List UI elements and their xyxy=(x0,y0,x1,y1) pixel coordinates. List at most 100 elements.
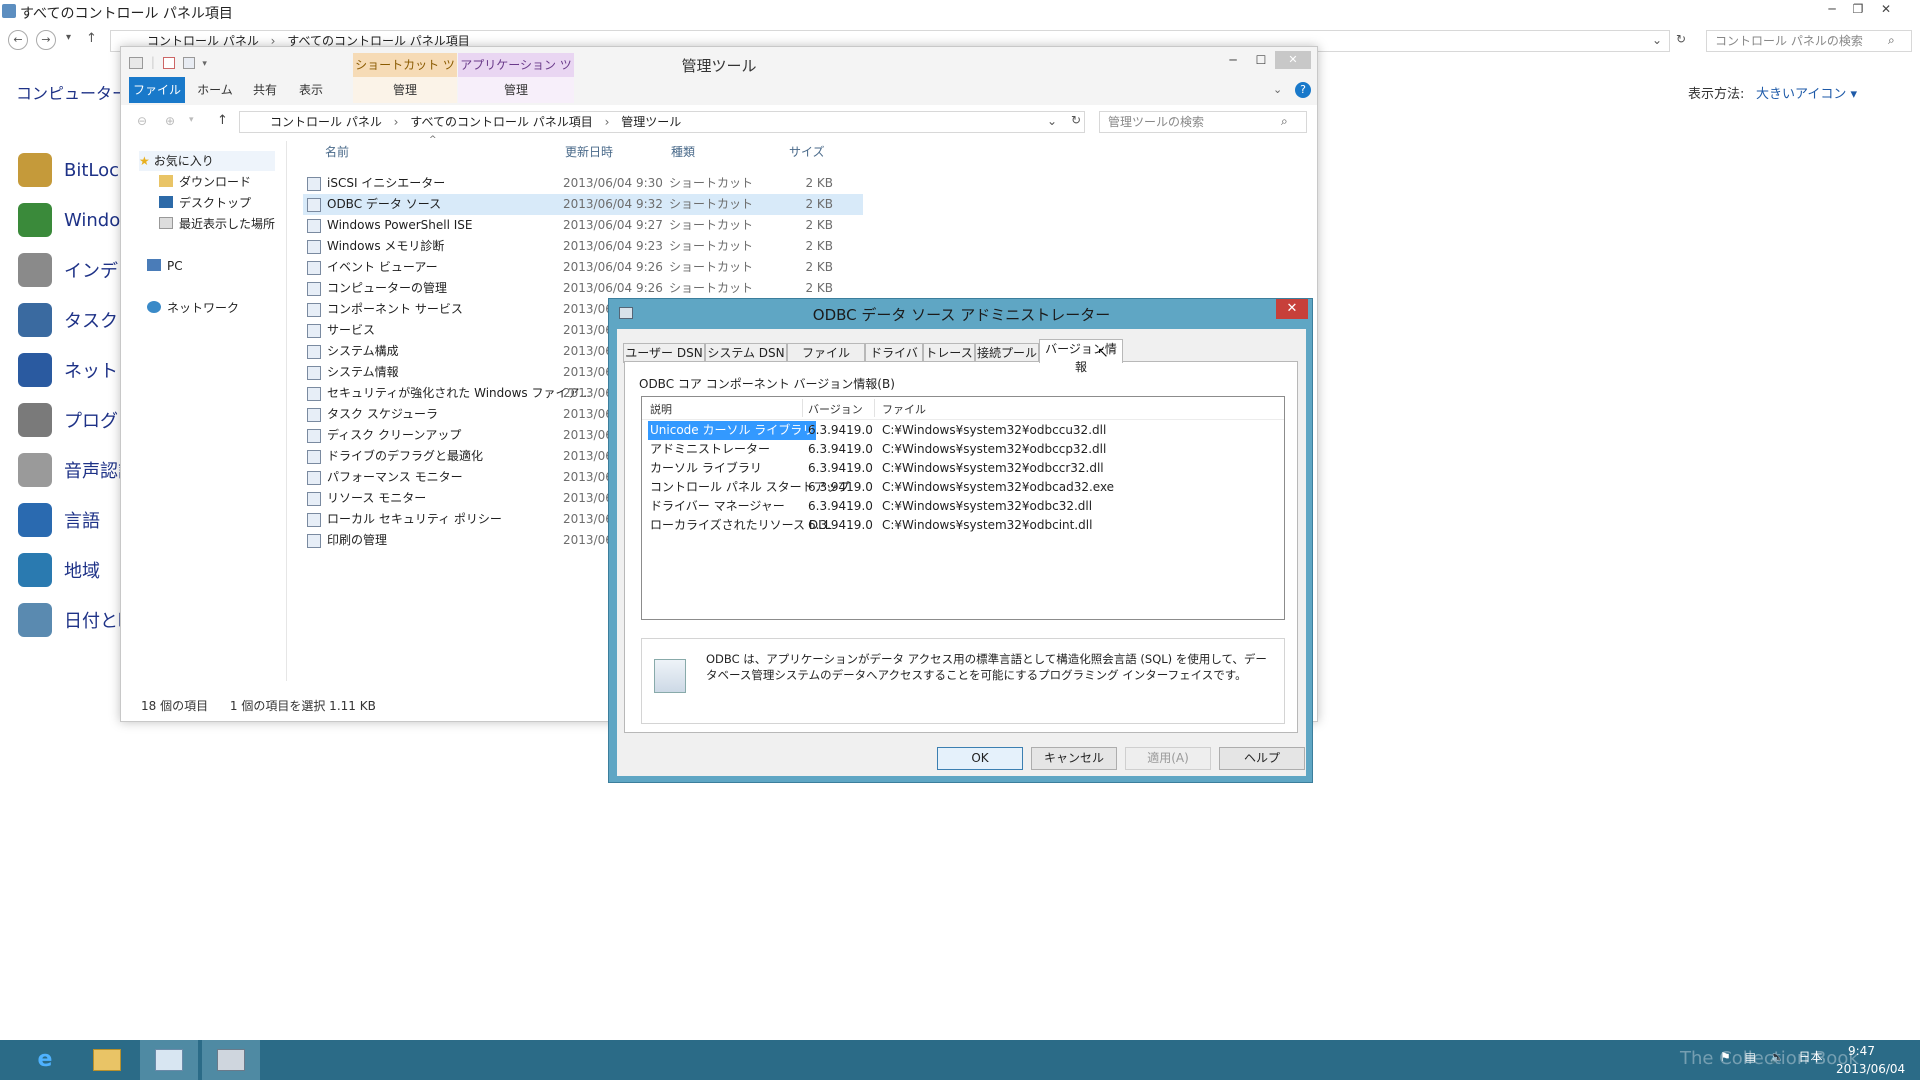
list-header-description[interactable]: 説明 xyxy=(650,401,672,417)
address-bar[interactable]: コントロール パネル › すべてのコントロール パネル項目 › 管理ツール xyxy=(239,111,1085,133)
control-panel-item[interactable]: 音声認識 xyxy=(18,450,136,490)
refresh-icon[interactable]: ↻ xyxy=(1071,113,1081,127)
file-date: 2013/06 xyxy=(563,428,613,442)
internet-explorer-icon[interactable]: e xyxy=(16,1040,74,1080)
volume-icon[interactable]: 🔈 xyxy=(1770,1050,1785,1064)
control-panel-item[interactable]: BitLock xyxy=(18,150,129,190)
forward-button[interactable]: → xyxy=(36,30,56,50)
tab-user-dsn[interactable]: ユーザー DSN xyxy=(623,343,705,363)
close-button[interactable]: ✕ xyxy=(1876,2,1896,20)
shortcut-icon xyxy=(307,282,321,296)
tab-tracing[interactable]: トレース xyxy=(923,343,975,363)
customize-toolbar-icon[interactable]: ▾ xyxy=(202,59,207,69)
forward-button[interactable]: ⊕ xyxy=(165,114,175,128)
ok-button[interactable]: OK xyxy=(937,747,1023,770)
recent-locations-icon[interactable]: ▾ xyxy=(189,115,194,125)
breadcrumb-item[interactable]: コントロール パネル xyxy=(270,115,382,129)
action-center-flag-icon[interactable]: ⚑ xyxy=(1720,1050,1731,1064)
clock-date[interactable]: 2013/06/04 xyxy=(1836,1062,1905,1076)
component-row[interactable]: ローカライズされたリソース DLL 6.3.9419.0 C:¥Windows¥sy… xyxy=(642,516,1284,535)
recent-pages-icon[interactable]: ▾ xyxy=(66,32,71,43)
component-row[interactable]: Unicode カーソル ライブラリ 6.3.9419.0 C:¥Windows¥s… xyxy=(642,421,1284,440)
tab-view[interactable]: 表示 xyxy=(291,77,331,103)
input-language-indicator[interactable]: 日本 xyxy=(1799,1050,1823,1064)
nav-recent-places[interactable]: 最近表示した場所 xyxy=(159,214,275,234)
component-version: 6.3.9419.0 xyxy=(808,480,873,494)
mouse-cursor-icon: ↖ xyxy=(1097,345,1109,361)
view-by-dropdown[interactable]: 大きいアイコン ▾ xyxy=(1756,83,1857,102)
clock-time[interactable]: 9:47 xyxy=(1848,1044,1875,1058)
maximize-button[interactable]: ☐ xyxy=(1251,53,1271,71)
up-button[interactable]: ↑ xyxy=(217,113,228,128)
file-row[interactable]: Windows メモリ診断 2013/06/04 9:23 ショートカット 2 KB xyxy=(303,236,863,257)
apply-button[interactable]: 適用(A) xyxy=(1125,747,1211,770)
component-row[interactable]: コントロール パネル スタートアップ 6.3.9419.0 C:¥Windows¥s… xyxy=(642,478,1284,497)
help-icon[interactable]: ? xyxy=(1295,82,1311,98)
component-row[interactable]: ドライバー マネージャー 6.3.9419.0 C:¥Windows¥system3… xyxy=(642,497,1284,516)
version-list[interactable]: 説明 バージョン ファイル Unicode カーソル ライブラリ 6.3.9419… xyxy=(641,396,1285,620)
tab-manage-application[interactable]: 管理 xyxy=(458,77,574,103)
file-type: ショートカット xyxy=(669,176,754,190)
nav-favorites[interactable]: ★ お気に入り xyxy=(139,151,275,171)
restore-button[interactable]: ❐ xyxy=(1848,2,1868,20)
column-header-date[interactable]: 更新日時 xyxy=(565,143,613,160)
file-name: セキュリティが強化された Windows ファイア... xyxy=(327,386,591,400)
nav-desktop[interactable]: デスクトップ xyxy=(159,193,251,213)
column-header-size[interactable]: サイズ xyxy=(789,143,825,160)
cancel-button[interactable]: キャンセル xyxy=(1031,747,1117,770)
file-explorer-icon[interactable] xyxy=(78,1040,136,1080)
file-date: 2013/06 xyxy=(563,407,613,421)
file-row[interactable]: イベント ビューアー 2013/06/04 9:26 ショートカット 2 KB xyxy=(303,257,863,278)
component-row[interactable]: アドミニストレーター 6.3.9419.0 C:¥Windows¥system32¥… xyxy=(642,440,1284,459)
minimize-button[interactable]: ─ xyxy=(1822,2,1842,20)
file-row[interactable]: iSCSI イニシエーター 2013/06/04 9:30 ショートカット 2 KB xyxy=(303,173,863,194)
globe-icon xyxy=(18,553,52,587)
nav-network[interactable]: ネットワーク xyxy=(147,298,239,318)
control-panel-item[interactable]: Window xyxy=(18,200,135,240)
file-row[interactable]: ODBC データ ソース 2013/06/04 9:32 ショートカット 2 KB xyxy=(303,194,863,215)
minimize-button[interactable]: ─ xyxy=(1223,53,1243,71)
up-button[interactable]: ↑ xyxy=(86,31,97,46)
help-button[interactable]: ヘルプ xyxy=(1219,747,1305,770)
tab-system-dsn[interactable]: システム DSN xyxy=(705,343,787,363)
control-panel-item[interactable]: 言語 xyxy=(18,500,100,540)
file-row[interactable]: Windows PowerShell ISE 2013/06/04 9:27 ショー… xyxy=(303,215,863,236)
recent-places-icon xyxy=(159,217,173,229)
nav-downloads[interactable]: ダウンロード xyxy=(159,172,251,192)
control-panel-item[interactable]: 地域 xyxy=(18,550,100,590)
back-button[interactable]: ⊖ xyxy=(137,114,147,128)
tab-connection-pooling[interactable]: 接続プール xyxy=(975,343,1039,363)
tab-share[interactable]: 共有 xyxy=(245,77,285,103)
list-header-version[interactable]: バージョン xyxy=(808,401,863,417)
tab-manage-shortcut[interactable]: 管理 xyxy=(353,77,457,103)
tab-home[interactable]: ホーム xyxy=(191,77,239,103)
file-row[interactable]: コンピューターの管理 2013/06/04 9:26 ショートカット 2 KB xyxy=(303,278,863,299)
admin-tools-taskbar-icon[interactable] xyxy=(202,1040,260,1080)
component-row[interactable]: カーソル ライブラリ 6.3.9419.0 C:¥Windows¥system32¥… xyxy=(642,459,1284,478)
column-header-type[interactable]: 種類 xyxy=(671,143,695,160)
tab-file-dsn[interactable]: ファイル DSN xyxy=(787,343,865,378)
ribbon-expand-icon[interactable]: ⌄ xyxy=(1273,83,1282,96)
nav-pc[interactable]: PC xyxy=(147,256,183,276)
address-dropdown-icon[interactable]: ⌄ xyxy=(1652,33,1662,47)
close-button[interactable]: ✕ xyxy=(1275,51,1311,69)
control-panel-taskbar-icon[interactable] xyxy=(140,1040,198,1080)
column-header-name[interactable]: 名前 xyxy=(325,143,349,160)
refresh-icon[interactable]: ↻ xyxy=(1676,32,1686,46)
back-button[interactable]: ← xyxy=(8,30,28,50)
properties-icon[interactable] xyxy=(162,56,175,69)
tab-about[interactable]: バージョン情報 xyxy=(1039,339,1123,374)
breadcrumb-item[interactable]: すべてのコントロール パネル項目 xyxy=(410,115,593,129)
dialog-close-button[interactable]: ✕ xyxy=(1276,299,1308,319)
search-input[interactable]: 管理ツールの検索 xyxy=(1099,111,1307,133)
breadcrumb-item[interactable]: 管理ツール xyxy=(621,115,681,129)
list-header-file[interactable]: ファイル xyxy=(882,401,926,417)
search-input[interactable]: コントロール パネルの検索 xyxy=(1706,30,1912,52)
file-date: 2013/06/04 9:23 xyxy=(563,239,663,253)
address-dropdown-icon[interactable]: ⌄ xyxy=(1047,114,1057,128)
control-panel-item[interactable]: 日付と時 xyxy=(18,600,136,640)
tab-drivers[interactable]: ドライバー xyxy=(865,343,923,378)
tab-file[interactable]: ファイル xyxy=(129,77,185,103)
new-folder-icon[interactable] xyxy=(182,56,195,69)
network-status-icon[interactable]: ▤ xyxy=(1745,1050,1756,1064)
